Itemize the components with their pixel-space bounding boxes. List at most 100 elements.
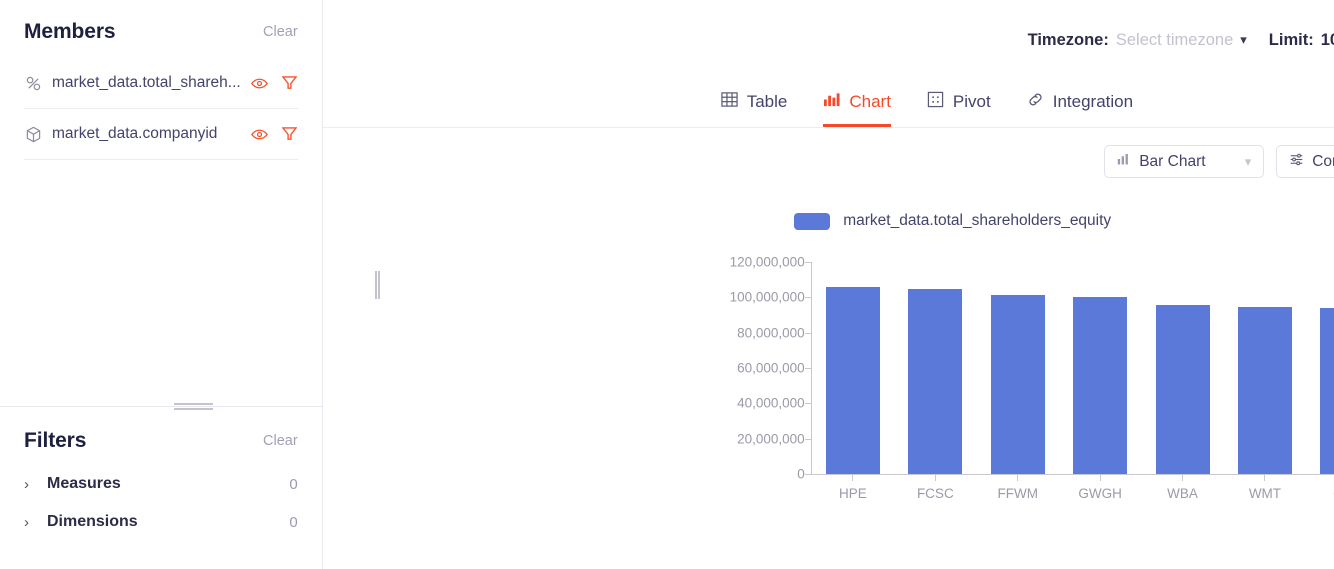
y-axis-tick-label: 120,000,000 [729, 254, 805, 270]
y-axis-labels: 120,000,000 100,000,000 80,000,000 60,000,0… [721, 252, 813, 482]
sliders-icon [1289, 152, 1304, 172]
tab-label: Chart [849, 91, 891, 111]
eye-icon[interactable] [250, 75, 268, 92]
tab-chart[interactable]: Chart [823, 78, 891, 127]
bar[interactable] [908, 288, 963, 474]
filters-title: Filters [24, 429, 87, 452]
y-axis-tick-label: 0 [797, 466, 805, 482]
tab-label: Integration [1052, 91, 1134, 111]
y-axis-tick-label: 100,000,000 [729, 289, 805, 305]
bar-chart-icon [823, 91, 840, 113]
limit-value: 10 [1320, 30, 1334, 49]
tab-pivot[interactable]: Pivot [927, 78, 991, 127]
x-axis-tick-group: FCSC [894, 475, 976, 501]
tab-table[interactable]: Table [721, 78, 788, 127]
tab-integration[interactable]: Integration [1027, 78, 1133, 127]
bar-slot [894, 262, 976, 474]
x-axis-tick-label: HPE [839, 486, 867, 501]
chevron-down-icon: ▾ [1244, 153, 1252, 169]
x-axis-tick-label: GWGH [1078, 486, 1122, 501]
y-axis-tick-label: 20,000,000 [737, 431, 805, 447]
legend-swatch [794, 212, 831, 230]
filters-header: Filters Clear [0, 407, 322, 465]
limit-label: Limit: [1268, 30, 1314, 49]
limit-selector[interactable]: Limit: 10 ▾ [1269, 31, 1334, 50]
timezone-value: Select timezone [1115, 30, 1234, 49]
member-label: market_data.companyid [52, 125, 218, 142]
x-axis-tick-label: WBA [1167, 486, 1198, 501]
x-axis-tick [934, 475, 936, 481]
filter-group-label: Measures [47, 475, 121, 492]
pivot-icon [927, 91, 944, 113]
members-clear-button[interactable]: Clear [263, 24, 298, 40]
x-axis-tick [1017, 475, 1019, 481]
bar-slot [977, 262, 1059, 474]
x-axis-tick-label: FFWM [997, 486, 1038, 501]
bar[interactable] [1073, 297, 1128, 474]
horizontal-resize-handle[interactable] [174, 403, 213, 410]
y-axis-tick-label: 60,000,000 [737, 360, 805, 376]
cube-playground-app: Members Clear market_data.total_shareh..… [0, 0, 1334, 569]
funnel-icon[interactable] [281, 75, 298, 92]
cube-icon [24, 125, 42, 143]
x-axis-tick-group: FFWM [977, 475, 1059, 501]
filter-group-dimensions[interactable]: › Dimensions 0 [0, 503, 322, 541]
bar-slot [1224, 262, 1306, 474]
member-row[interactable]: market_data.companyid [24, 109, 298, 160]
query-toolbar: Timezone: Select timezone ▾ Limit: 10 ▾ … [323, 0, 1334, 78]
measure-icon [24, 74, 42, 92]
chart-legend: market_data.total_shareholders_equity [323, 212, 1334, 230]
bar[interactable] [1237, 307, 1292, 474]
funnel-icon[interactable] [281, 126, 298, 143]
bar[interactable] [990, 294, 1045, 474]
chevron-right-icon: › [24, 475, 29, 493]
x-axis-tick [1099, 475, 1101, 481]
filter-group-count: 0 [289, 513, 298, 531]
bar-chart-icon [1117, 152, 1131, 171]
chart-controls: Bar Chart ▾ Configure Expor [323, 128, 1334, 178]
chart-type-label: Bar Chart [1139, 152, 1206, 170]
vertical-resize-handle[interactable] [375, 271, 380, 299]
x-axis-tick [852, 475, 854, 481]
chevron-right-icon: › [24, 513, 29, 531]
filter-group-count: 0 [289, 475, 298, 493]
members-title: Members [24, 20, 116, 43]
bar[interactable] [1320, 307, 1334, 474]
bar-chart-plot: 120,000,000 100,000,000 80,000,000 60,000,0… [721, 252, 1334, 502]
chevron-down-icon: ▾ [1240, 32, 1247, 47]
configure-label: Configure [1312, 152, 1334, 170]
tab-label: Table [746, 91, 788, 111]
filter-group-label: Dimensions [47, 513, 138, 530]
members-panel: Members Clear market_data.total_shareh..… [0, 0, 322, 407]
eye-icon[interactable] [250, 126, 268, 143]
members-header: Members Clear [0, 0, 322, 58]
x-axis-tick-group: GWGH [1059, 475, 1141, 501]
bar-slot [1141, 262, 1223, 474]
timezone-label: Timezone: [1027, 30, 1109, 49]
legend-label: market_data.total_shareholders_equity [843, 212, 1112, 229]
member-label: market_data.total_shareh... [52, 74, 241, 91]
member-row[interactable]: market_data.total_shareh... [24, 58, 298, 109]
tab-list: Table Chart Pivot Integration [721, 78, 1334, 127]
bar[interactable] [825, 286, 880, 474]
bar-series [812, 262, 1334, 474]
x-axis-tick [1182, 475, 1184, 481]
x-axis-labels: HPEFCSCFFWMGWGHWBAWMTGPPFATGRIDMRVL [812, 475, 1334, 501]
table-icon [721, 91, 738, 113]
x-axis-tick-group: WMT [1224, 475, 1306, 501]
view-tabbar: Table Chart Pivot Integration [322, 78, 1334, 128]
y-axis-tick-label: 80,000,000 [737, 325, 805, 341]
chart-type-select[interactable]: Bar Chart ▾ [1104, 145, 1265, 178]
bar-slot [1306, 262, 1334, 474]
x-axis-tick-label: FCSC [916, 486, 954, 501]
x-axis-tick-group: GPP [1306, 475, 1334, 501]
bar[interactable] [1155, 305, 1210, 474]
filters-clear-button[interactable]: Clear [263, 433, 298, 449]
tab-label: Pivot [952, 91, 991, 111]
x-axis-tick-group: HPE [812, 475, 894, 501]
timezone-selector[interactable]: Timezone: Select timezone ▾ [1028, 31, 1247, 50]
configure-button[interactable]: Configure [1276, 145, 1334, 178]
link-icon [1027, 91, 1044, 113]
y-axis-tick-label: 40,000,000 [737, 395, 805, 411]
filter-group-measures[interactable]: › Measures 0 [0, 465, 322, 503]
